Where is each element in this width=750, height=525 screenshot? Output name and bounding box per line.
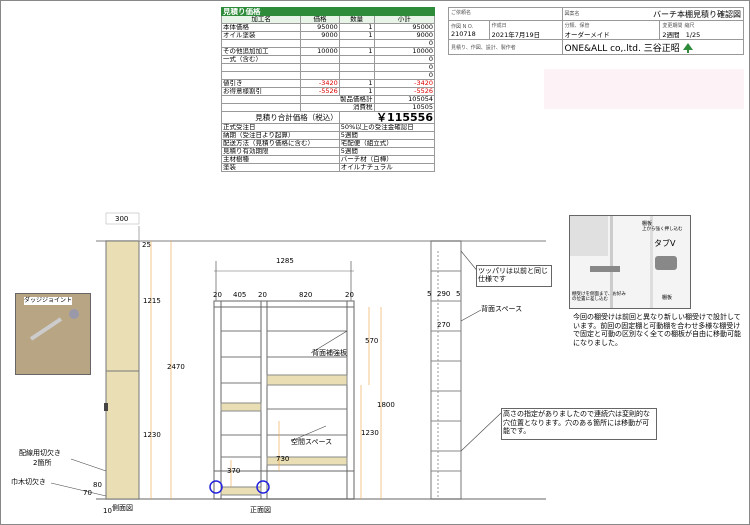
shelf-note: 今回の棚受けは前回と異なり新しい棚受けで設計しています。前回の固定棚と可動棚を合… [573, 313, 741, 347]
notch-count: 2箇所 [33, 459, 52, 467]
dim-20c: 20 [345, 291, 354, 299]
section-shelves [431, 270, 461, 472]
push-label: 上から強く押し込む [642, 227, 683, 232]
dim-5a: 5 [427, 290, 432, 298]
dim-70: 70 [83, 489, 92, 497]
tab-v-label: タブV [654, 239, 676, 248]
tension-note: ツッパリは以前と同じ仕様です [476, 265, 552, 287]
dim-20b: 20 [258, 291, 267, 299]
dim-1800: 1800 [377, 401, 395, 409]
dim-5b: 5 [456, 290, 461, 298]
dim-80: 80 [93, 481, 102, 489]
dim-570: 570 [365, 337, 379, 345]
dim-depth: 300 [115, 215, 129, 223]
dim-20a: 20 [213, 291, 222, 299]
dim-1215: 1215 [143, 297, 161, 305]
dim-10: 10 [103, 507, 112, 515]
dim-820: 820 [299, 291, 313, 299]
side-view-label: 側面図 [112, 504, 133, 512]
dim-405: 405 [233, 291, 247, 299]
dim-25: 25 [142, 241, 151, 249]
height-note: 高さの指定がありましたので連続穴は変則的な穴位置となります。穴のある箇所には移動… [501, 408, 657, 440]
drawing-sheet: 見積り価格 加工名 価格 数量 小計 本体価格 95000 1 95000 オイル塗装 9… [0, 0, 750, 525]
dim-730: 730 [276, 455, 290, 463]
space-label: 空間スペース [291, 438, 333, 446]
dim-370: 370 [227, 467, 241, 475]
side-hole [104, 403, 108, 411]
dim-290: 290 [437, 290, 451, 298]
section-frame [430, 240, 462, 500]
dim-1230-front: 1230 [361, 429, 379, 437]
dim-270: 270 [437, 321, 451, 329]
backboard-label: 背面補強板 [312, 349, 347, 357]
dim-1230: 1230 [143, 431, 161, 439]
dim-2470: 2470 [167, 363, 185, 371]
back-space-label: 背面スペース [481, 305, 523, 313]
photo-note: 棚受けを側面まで、お好みの位置に差し込む [572, 292, 626, 302]
baseboard-label: 巾木切欠き [11, 478, 46, 486]
shelf-support-photo: 棚板 上から強く押し込む タブV 棚板 棚受けを側面まで、お好みの位置に差し込む [569, 215, 691, 309]
dim-1285: 1285 [276, 257, 294, 265]
joint-bolt-icon [29, 309, 79, 341]
side-panel [105, 240, 140, 500]
notch-label: 配線用切欠き [19, 449, 61, 457]
notch-circle-left [209, 480, 223, 494]
joint-photo: ダッジジョイント [15, 293, 91, 375]
front-view-label: 正面図 [250, 506, 271, 514]
photo-shelf-label-2: 棚板 [662, 295, 673, 301]
